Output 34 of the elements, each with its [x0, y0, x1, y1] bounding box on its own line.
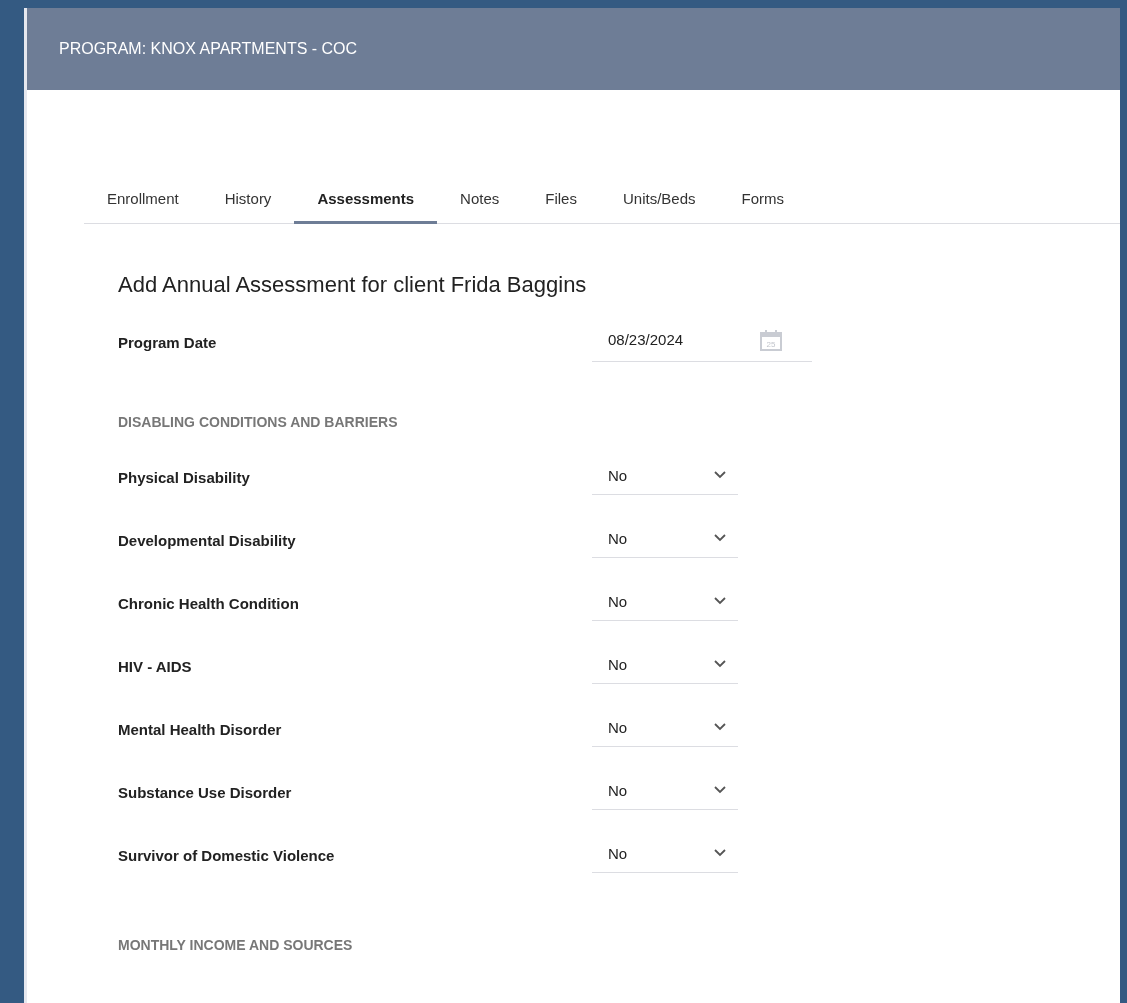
field-label: Chronic Health Condition: [118, 595, 300, 612]
select-field[interactable]: No: [592, 586, 738, 621]
chevron-down-icon: [714, 660, 726, 668]
program-title: PROGRAM: KNOX APARTMENTS - COC: [59, 40, 358, 58]
date-field[interactable]: 08/23/2024 25: [592, 322, 812, 362]
select-field[interactable]: No: [592, 712, 738, 747]
field-label: Physical Disability: [118, 469, 251, 486]
field-label: Mental Health Disorder: [118, 721, 283, 738]
chevron-down-icon: [714, 534, 726, 542]
tab[interactable]: Notes: [437, 180, 523, 224]
field-label: Developmental Disability: [118, 532, 297, 549]
form-heading: Add Annual Assessment for client Frida Baggins: [118, 272, 588, 298]
field-label: HIV - AIDS: [118, 658, 193, 675]
chevron-down-icon: [714, 597, 726, 605]
field-label: Substance Use Disorder: [118, 784, 293, 801]
tab[interactable]: History: [201, 180, 295, 224]
select-field[interactable]: No: [592, 523, 738, 558]
tab[interactable]: Files: [522, 180, 600, 224]
chevron-down-icon: [714, 786, 726, 794]
select-field[interactable]: No: [592, 838, 738, 873]
chevron-down-icon: [714, 723, 726, 731]
tab[interactable]: Forms: [718, 180, 807, 224]
section-title: MONTHLY INCOME AND SOURCES: [118, 937, 354, 953]
chevron-down-icon: [714, 849, 726, 857]
field-label: Program Date: [118, 333, 218, 351]
tab[interactable]: Assessments: [294, 180, 438, 224]
select-field[interactable]: No: [592, 775, 738, 810]
select-field[interactable]: No: [592, 649, 738, 684]
tab[interactable]: Enrollment: [84, 180, 202, 224]
field-label: Survivor of Domestic Violence: [118, 847, 336, 864]
select-field[interactable]: No: [592, 460, 738, 495]
section-title: DISABLING CONDITIONS AND BARRIERS: [118, 414, 399, 430]
tab[interactable]: Units/Beds: [599, 180, 719, 224]
chevron-down-icon: [714, 471, 726, 479]
